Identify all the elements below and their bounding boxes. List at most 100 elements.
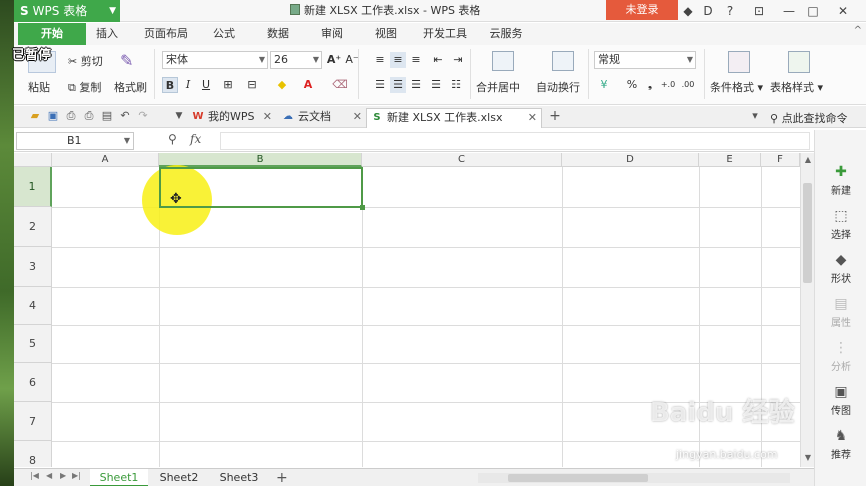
skin-icon[interactable]: ◆ xyxy=(680,0,696,22)
number-format-select[interactable]: 常规 ▼ xyxy=(594,51,696,69)
help-icon[interactable]: ? xyxy=(722,0,738,22)
tab-home[interactable]: 开始 xyxy=(18,23,86,45)
underline-button[interactable]: U xyxy=(198,77,214,93)
sheet-tab-sheet3[interactable]: Sheet3 xyxy=(210,469,268,486)
fill-color-icon[interactable]: ◆ xyxy=(274,77,290,93)
scroll-up-icon[interactable]: ▲ xyxy=(803,155,813,164)
align-middle-icon[interactable]: ≡ xyxy=(390,52,406,68)
close-icon[interactable]: ✕ xyxy=(263,108,272,126)
add-sheet-button[interactable]: + xyxy=(276,469,288,486)
column-header[interactable]: E xyxy=(699,153,761,167)
sheet-tab-sheet2[interactable]: Sheet2 xyxy=(150,469,208,486)
formula-input[interactable] xyxy=(220,132,810,150)
undo-icon[interactable]: ↶ xyxy=(118,109,132,123)
collapse-ribbon-icon[interactable]: ^ xyxy=(854,25,862,36)
increase-decimal-button[interactable]: +.0 xyxy=(660,77,676,93)
add-tab-button[interactable]: + xyxy=(548,109,562,123)
login-button[interactable]: 未登录 xyxy=(606,0,678,20)
insert-function-button[interactable]: fx xyxy=(190,132,201,146)
align-bottom-icon[interactable]: ≡ xyxy=(408,52,424,68)
tab-cloud-docs[interactable]: ☁ 云文档 ✕ xyxy=(278,108,366,128)
name-box[interactable]: B1 ▼ xyxy=(16,132,134,150)
paste-button[interactable]: 粘贴 xyxy=(28,79,50,95)
distributed-icon[interactable]: ☷ xyxy=(448,77,464,93)
tab-data[interactable]: 数据 xyxy=(258,23,298,45)
column-header[interactable]: D xyxy=(562,153,699,167)
column-header-selected[interactable]: B xyxy=(159,153,362,167)
tab-cloud-services[interactable]: 云服务 xyxy=(482,23,530,45)
tab-developer[interactable]: 开发工具 xyxy=(418,23,472,45)
open-folder-icon[interactable]: ▰ xyxy=(28,109,42,123)
indent-increase-icon[interactable]: ⇥ xyxy=(450,52,466,68)
scroll-thumb[interactable] xyxy=(803,183,812,283)
italic-button[interactable]: I xyxy=(180,77,196,93)
restore-tab-icon[interactable]: ⊡ xyxy=(750,0,768,22)
minimize-button[interactable]: — xyxy=(780,0,798,22)
copy-button[interactable]: ⧉ 复制 xyxy=(68,79,101,95)
grow-font-button[interactable]: A⁺ xyxy=(326,52,342,68)
tab-insert[interactable]: 插入 xyxy=(88,23,126,45)
wrap-text-icon[interactable] xyxy=(552,51,574,71)
maximize-button[interactable]: □ xyxy=(804,0,822,22)
cut-button[interactable]: ✂ 剪切 xyxy=(68,53,103,69)
align-center-icon[interactable]: ☰ xyxy=(390,77,406,93)
side-analysis-button[interactable]: ⋮ 分析 xyxy=(815,340,866,373)
last-sheet-icon[interactable]: ▶| xyxy=(72,471,81,480)
side-select-button[interactable]: ⬚ 选择 xyxy=(815,208,866,241)
column-header[interactable]: C xyxy=(362,153,562,167)
row-header[interactable]: 4 xyxy=(14,287,52,325)
app-menu-button[interactable]: S WPS 表格 ▼ xyxy=(14,0,120,22)
tab-current-workbook[interactable]: S 新建 XLSX 工作表.xlsx ✕ xyxy=(366,108,542,128)
row-header[interactable]: 2 xyxy=(14,207,52,247)
comma-button[interactable]: ❟ xyxy=(642,77,658,93)
currency-icon[interactable]: ¥ xyxy=(596,77,612,93)
side-recommend-button[interactable]: ♞ 推荐 xyxy=(815,428,866,461)
merge-center-icon[interactable] xyxy=(492,51,514,71)
row-header[interactable]: 7 xyxy=(14,402,52,441)
row-header-selected[interactable]: 1 xyxy=(14,167,52,207)
table-style-button[interactable]: 表格样式 ▾ xyxy=(770,79,823,95)
side-shape-button[interactable]: ◆ 形状 xyxy=(815,252,866,285)
print-icon[interactable]: ⎙ xyxy=(82,109,96,123)
pin-icon[interactable]: ▾ xyxy=(748,109,762,123)
side-properties-button[interactable]: ▤ 属性 xyxy=(815,296,866,329)
close-icon[interactable]: ✕ xyxy=(528,109,537,127)
horizontal-scrollbar[interactable] xyxy=(478,473,790,483)
decrease-decimal-button[interactable]: .00 xyxy=(680,77,696,93)
select-all-corner[interactable] xyxy=(14,153,52,167)
fill-handle[interactable] xyxy=(360,205,365,210)
merge-center-button[interactable]: 合并居中 xyxy=(476,79,520,95)
chevron-down-icon[interactable]: ▼ xyxy=(172,109,186,123)
format-painter-button[interactable]: 格式刷 xyxy=(114,79,147,95)
export-icon[interactable]: ⎙ xyxy=(64,109,78,123)
d-menu-icon[interactable]: D xyxy=(700,0,716,22)
merge-cells-icon[interactable]: ⊟ xyxy=(244,77,260,93)
font-size-select[interactable]: 26 ▼ xyxy=(270,51,322,69)
conditional-format-icon[interactable] xyxy=(728,51,750,73)
close-icon[interactable]: ✕ xyxy=(353,108,362,126)
tab-page-layout[interactable]: 页面布局 xyxy=(136,23,196,45)
format-painter-icon[interactable]: ✎ xyxy=(120,51,133,70)
next-sheet-icon[interactable]: ▶ xyxy=(60,471,66,480)
align-top-icon[interactable]: ≡ xyxy=(372,52,388,68)
conditional-format-button[interactable]: 条件格式 ▾ xyxy=(710,79,763,95)
row-header[interactable]: 5 xyxy=(14,325,52,363)
command-search[interactable]: ⚲ 点此查找命令 xyxy=(770,110,848,126)
scroll-down-icon[interactable]: ▼ xyxy=(803,453,813,462)
align-left-icon[interactable]: ☰ xyxy=(372,77,388,93)
sheet-tab-sheet1[interactable]: Sheet1 xyxy=(90,469,148,486)
font-color-icon[interactable]: A xyxy=(300,77,316,93)
justify-icon[interactable]: ☰ xyxy=(428,77,444,93)
indent-decrease-icon[interactable]: ⇤ xyxy=(430,52,446,68)
tab-formulas[interactable]: 公式 xyxy=(204,23,244,45)
align-right-icon[interactable]: ☰ xyxy=(408,77,424,93)
print-preview-icon[interactable]: ▤ xyxy=(100,109,114,123)
scroll-thumb[interactable] xyxy=(508,474,648,482)
side-new-button[interactable]: ✚ 新建 xyxy=(815,164,866,197)
percent-button[interactable]: % xyxy=(624,77,640,93)
previous-sheet-icon[interactable]: ◀ xyxy=(46,471,52,480)
redo-icon[interactable]: ↷ xyxy=(136,109,150,123)
bold-button[interactable]: B xyxy=(162,77,178,93)
column-header[interactable]: F xyxy=(761,153,800,167)
close-button[interactable]: ✕ xyxy=(834,0,852,22)
